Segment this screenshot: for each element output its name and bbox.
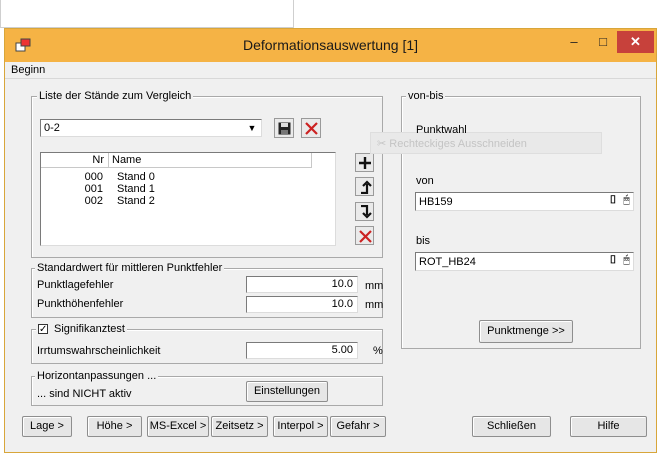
excel-button[interactable]: MS-Excel > bbox=[147, 416, 209, 437]
punktwahl-label: Punktwahl bbox=[416, 124, 467, 136]
minimize-icon: – bbox=[570, 34, 578, 49]
lage-label: Punktlagefehler bbox=[37, 279, 114, 291]
add-icon bbox=[359, 157, 371, 169]
tooltip-ghost-text: Rechteckiges Ausschneiden bbox=[389, 138, 527, 150]
column-divider bbox=[311, 153, 312, 168]
von-field[interactable]: HB159 ⌷ 🖱 bbox=[415, 192, 634, 211]
tooltip-ghost: ✂ Rechteckiges Ausschneiden bbox=[370, 132, 602, 154]
remove-stand-button[interactable] bbox=[355, 226, 374, 245]
move-down-button[interactable] bbox=[355, 202, 374, 221]
save-icon bbox=[278, 122, 291, 135]
list-item[interactable]: 002 Stand 2 bbox=[41, 195, 311, 207]
close-button[interactable]: Schließen bbox=[472, 416, 551, 437]
hoehe-button[interactable]: Höhe > bbox=[87, 416, 142, 437]
zeitsetz-button[interactable]: Zeitsetz > bbox=[211, 416, 268, 437]
vonbis-legend: von-bis bbox=[406, 90, 446, 102]
bis-field[interactable]: ROT_HB24 ⌷ 🖱 bbox=[415, 252, 634, 271]
row-name: Stand 1 bbox=[117, 183, 155, 195]
delete-selection-button[interactable] bbox=[301, 118, 321, 138]
interpol-button[interactable]: Interpol > bbox=[273, 416, 328, 437]
lage-button[interactable]: Lage > bbox=[22, 416, 72, 437]
maximize-button[interactable]: □ bbox=[590, 31, 616, 53]
horizon-legend: Horizontanpassungen ... bbox=[35, 370, 159, 382]
move-up-button[interactable] bbox=[355, 177, 374, 196]
row-name: Stand 0 bbox=[117, 171, 155, 183]
background-window-strip bbox=[0, 0, 294, 28]
lage-field[interactable]: 10.0 bbox=[246, 276, 358, 293]
comparison-select[interactable]: 0-2 ▼ bbox=[40, 119, 262, 137]
menu-bar: Beginn bbox=[5, 62, 656, 79]
stand-list[interactable]: Nr Name 000 Stand 0 001 Stand 1 002 Stan… bbox=[40, 152, 336, 246]
probability-label: Irrtumswahrscheinlichkeit bbox=[37, 345, 161, 357]
row-nr: 002 bbox=[84, 195, 103, 207]
hoehe-unit: mm bbox=[365, 299, 384, 311]
scissors-icon: ✂ bbox=[377, 138, 390, 150]
column-nr[interactable]: Nr bbox=[43, 153, 109, 168]
pick-icon[interactable]: 🖱 bbox=[620, 194, 633, 209]
move-up-icon bbox=[361, 180, 372, 194]
list-header: Nr Name bbox=[41, 153, 312, 168]
row-name: Stand 2 bbox=[117, 195, 155, 207]
row-nr: 001 bbox=[84, 183, 103, 195]
edit-cursor-icon[interactable]: ⌷ bbox=[607, 254, 619, 269]
delete-icon bbox=[305, 122, 318, 135]
errors-legend: Standardwert für mittleren Punktfehler bbox=[35, 262, 225, 274]
close-icon: ✕ bbox=[630, 34, 641, 49]
horizon-status: ... sind NICHT aktiv bbox=[37, 388, 132, 400]
von-label: von bbox=[416, 175, 434, 187]
von-value: HB159 bbox=[419, 196, 453, 208]
hoehe-label: Punkthöhenfehler bbox=[37, 298, 124, 310]
minimize-button[interactable]: – bbox=[559, 31, 589, 53]
bis-value: ROT_HB24 bbox=[419, 256, 476, 268]
row-nr: 000 bbox=[84, 171, 103, 183]
pick-icon[interactable]: 🖱 bbox=[620, 254, 633, 269]
comparison-select-value: 0-2 bbox=[44, 122, 60, 134]
probability-field[interactable]: 5.00 bbox=[246, 342, 358, 359]
list-item[interactable]: 001 Stand 1 bbox=[41, 183, 311, 195]
delete-icon bbox=[359, 230, 372, 243]
settings-button[interactable]: Einstellungen bbox=[246, 381, 328, 402]
punktmenge-button[interactable]: Punktmenge >> bbox=[479, 320, 573, 343]
significance-checkbox[interactable]: ✓ bbox=[38, 324, 48, 335]
title-bar: Deformationsauswertung [1] – □ ✕ bbox=[5, 29, 656, 62]
close-window-button[interactable]: ✕ bbox=[617, 31, 654, 53]
lage-unit: mm bbox=[365, 280, 384, 292]
significance-legend: ✓ Signifikanztest bbox=[36, 323, 127, 336]
deformation-window: Deformationsauswertung [1] – □ ✕ Beginn … bbox=[4, 28, 657, 453]
menu-beginn[interactable]: Beginn bbox=[11, 64, 45, 76]
list-item[interactable]: 000 Stand 0 bbox=[41, 171, 311, 183]
comparison-legend: Liste der Stände zum Vergleich bbox=[37, 90, 194, 102]
help-button[interactable]: Hilfe bbox=[570, 416, 647, 437]
edit-cursor-icon[interactable]: ⌷ bbox=[607, 194, 619, 209]
significance-label: Signifikanztest bbox=[54, 323, 125, 335]
column-name[interactable]: Name bbox=[112, 153, 141, 168]
maximize-icon: □ bbox=[599, 34, 607, 49]
hoehe-field[interactable]: 10.0 bbox=[246, 296, 358, 313]
probability-unit: % bbox=[373, 345, 383, 357]
move-down-icon bbox=[361, 205, 372, 219]
add-stand-button[interactable] bbox=[355, 153, 374, 172]
bis-label: bis bbox=[416, 235, 431, 247]
gefahr-button[interactable]: Gefahr > bbox=[330, 416, 386, 437]
chevron-down-icon: ▼ bbox=[247, 123, 257, 133]
save-button[interactable] bbox=[274, 118, 294, 138]
